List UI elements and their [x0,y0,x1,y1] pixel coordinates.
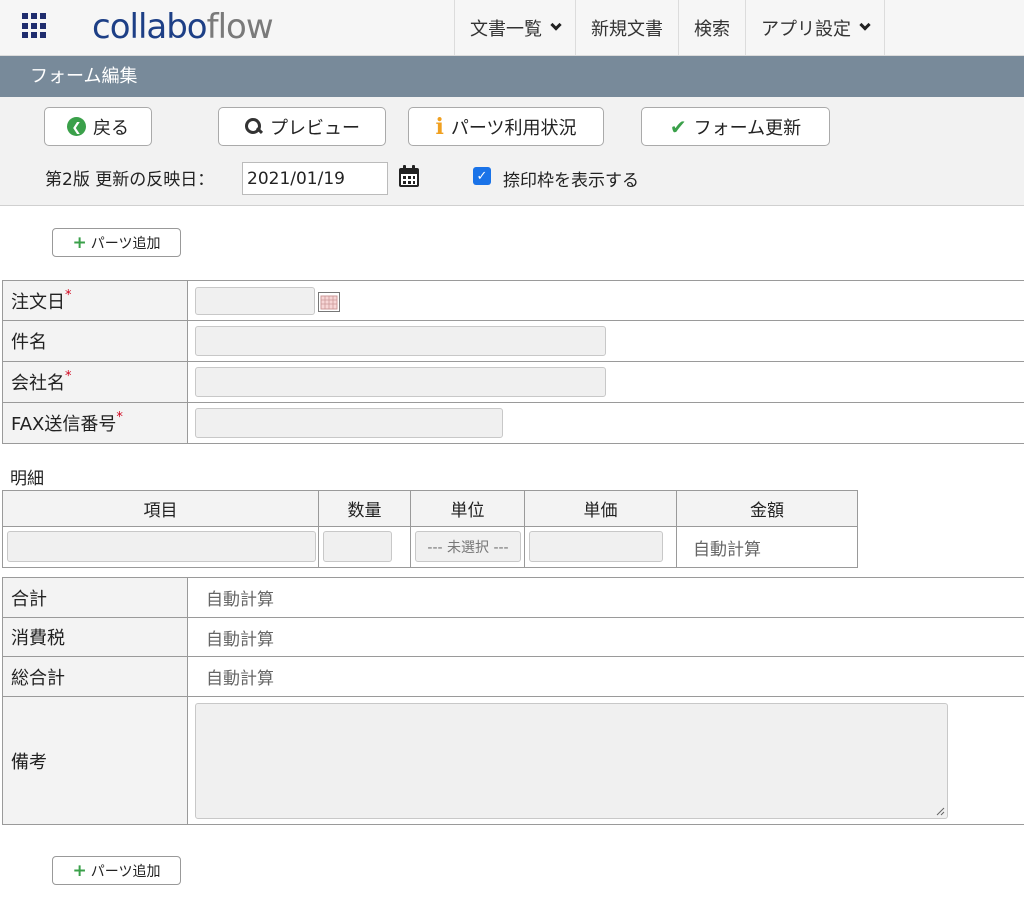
nav-search[interactable]: 検索 [679,0,746,55]
required-mark: * [65,287,72,303]
top-navigation-bar: collaboflow 文書一覧 新規文書 検索 アプリ設定 [0,0,1024,56]
calendar-icon[interactable] [398,164,420,188]
detail-header-row: 項目 数量 単位 単価 金額 [2,490,858,527]
form-toolbar: ❮ 戻る プレビュー i パーツ利用状況 ✔ フォーム更新 第2版 更新の反映日… [0,97,1024,206]
parts-usage-button[interactable]: i パーツ利用状況 [408,107,604,146]
detail-table: 項目 数量 単位 単価 金額 --- 未選択 --- 自動計算 [2,490,858,568]
field-row-subject: 件名 [2,320,1024,362]
parts-usage-button-label: パーツ利用状況 [450,117,577,139]
remarks-row: 備考 [2,696,1024,825]
check-icon: ✔ [669,114,687,139]
tax-value: 自動計算 [187,617,1024,657]
preview-button[interactable]: プレビュー [218,107,386,146]
nav-app-settings-label: アプリ設定 [761,18,851,40]
date-picker-icon[interactable] [318,292,340,312]
info-icon: i [435,113,444,140]
header-fields-table: 注文日* 件名 会社名* FAX送信番号* [2,280,1024,444]
field-row-order-date: 注文日* [2,280,1024,321]
update-form-button-label: フォーム更新 [693,117,802,139]
nav-document-list[interactable]: 文書一覧 [455,0,576,55]
field-label: 注文日* [2,280,188,321]
version-reflect-date-label: 第2版 更新の反映日： [45,170,215,190]
order-date-field[interactable] [195,287,315,315]
add-part-button-top[interactable]: + パーツ追加 [52,228,181,257]
column-header-unit-price: 単価 [524,490,677,527]
item-field[interactable] [7,531,316,562]
nav-app-settings[interactable]: アプリ設定 [746,0,885,55]
tax-row: 消費税 自動計算 [2,617,1024,657]
chevron-down-icon [859,18,871,31]
back-arrow-icon: ❮ [67,117,86,136]
company-name-label: 会社名 [11,373,65,394]
detail-section-title: 明細 [10,469,44,489]
main-nav: 文書一覧 新規文書 検索 アプリ設定 [454,0,885,55]
unit-select[interactable]: --- 未選択 --- [415,531,521,562]
grand-total-value: 自動計算 [187,656,1024,697]
order-date-label: 注文日 [11,291,65,313]
page-title: フォーム編集 [0,56,1024,97]
collaboflow-logo[interactable]: collaboflow [92,4,274,50]
field-row-fax: FAX送信番号* [2,402,1024,444]
required-mark: * [65,369,72,384]
plus-icon: + [72,860,87,881]
totals-table: 合計 自動計算 消費税 自動計算 総合計 自動計算 備考 [2,577,1024,825]
remarks-label: 備考 [2,696,188,825]
total-label: 合計 [2,577,188,618]
grand-total-row: 総合計 自動計算 [2,656,1024,697]
nav-search-label: 検索 [694,18,730,40]
detail-row: --- 未選択 --- 自動計算 [2,526,858,568]
required-mark: * [116,410,123,425]
nav-new-document[interactable]: 新規文書 [576,0,679,55]
chevron-down-icon [550,18,562,31]
update-form-button[interactable]: ✔ フォーム更新 [641,107,830,146]
remarks-textarea[interactable] [195,703,948,819]
column-header-amount: 金額 [676,490,858,527]
add-part-label: パーツ追加 [90,863,161,880]
preview-button-label: プレビュー [270,117,360,139]
unit-price-field[interactable] [529,531,663,562]
column-header-quantity: 数量 [318,490,411,527]
total-row: 合計 自動計算 [2,577,1024,618]
back-button-label: 戻る [93,117,129,139]
back-button[interactable]: ❮ 戻る [44,107,152,146]
fax-number-field[interactable] [195,408,503,438]
company-name-field[interactable] [195,367,606,397]
total-value: 自動計算 [187,577,1024,618]
show-stamp-label: 捺印枠を表示する [503,171,639,191]
subject-field[interactable] [195,326,606,356]
nav-new-document-label: 新規文書 [591,18,663,40]
grand-total-label: 総合計 [2,656,188,697]
quantity-field[interactable] [323,531,392,562]
show-stamp-checkbox[interactable]: ✓ [473,167,491,185]
column-header-unit: 単位 [410,490,525,527]
add-part-button-bottom[interactable]: + パーツ追加 [52,856,181,885]
search-icon [244,117,263,136]
tax-label: 消費税 [2,617,188,657]
plus-icon: + [72,232,87,253]
amount-auto-value: 自動計算 [676,526,858,568]
nav-document-list-label: 文書一覧 [470,18,542,40]
app-grid-icon[interactable] [22,13,48,39]
add-part-label: パーツ追加 [90,235,161,252]
reflect-date-input[interactable] [242,162,388,195]
subject-label: 件名 [11,332,47,353]
resize-handle-icon[interactable] [935,806,945,816]
field-row-company: 会社名* [2,361,1024,403]
fax-number-label: FAX送信番号 [11,414,117,435]
column-header-item: 項目 [2,490,319,527]
